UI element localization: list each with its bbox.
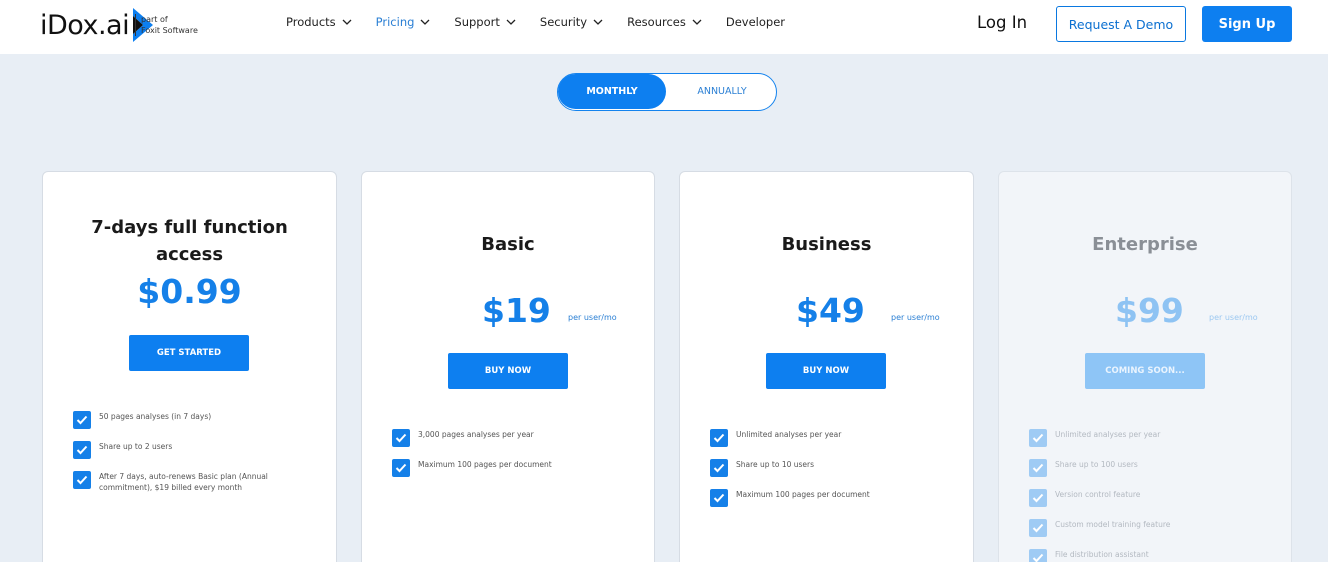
- feature-text: Share up to 100 users: [1055, 460, 1138, 469]
- feature-item: Share up to 2 users: [73, 441, 293, 459]
- nav-pricing-label: Pricing: [375, 15, 415, 29]
- checkbox-checked-icon: [73, 471, 91, 489]
- nav-resources[interactable]: Resources: [627, 15, 702, 29]
- nav-security[interactable]: Security: [540, 15, 603, 29]
- login-link[interactable]: Log In: [977, 13, 1027, 32]
- feature-text: File distribution assistant: [1055, 550, 1149, 559]
- checkbox-checked-icon: [710, 489, 728, 507]
- checkbox-checked-icon: [392, 459, 410, 477]
- feature-item: Custom model training feature: [1029, 519, 1259, 537]
- price-unit: per user/mo: [1209, 313, 1258, 322]
- plan-price: $19: [482, 291, 551, 330]
- feature-text: Maximum 100 pages per document: [418, 460, 552, 469]
- nav-support-label: Support: [454, 15, 500, 29]
- feature-text: Version control feature: [1055, 490, 1141, 499]
- feature-item: 50 pages analyses (in 7 days): [73, 411, 293, 429]
- chevron-down-icon: [420, 19, 430, 25]
- sign-up-button[interactable]: Sign Up: [1202, 6, 1292, 42]
- feature-item: After 7 days, auto-renews Basic plan (An…: [73, 471, 293, 493]
- checkbox-checked-icon: [710, 459, 728, 477]
- plan-title: Business: [781, 234, 872, 255]
- plan-title-line2: access: [155, 244, 224, 265]
- plan-card-basic: Basic $19 per user/mo BUY NOW 3,000 page…: [361, 171, 655, 562]
- plan-title: Basic: [481, 234, 535, 255]
- nav-resources-label: Resources: [627, 15, 686, 29]
- price-unit: per user/mo: [891, 313, 940, 322]
- nav-security-label: Security: [539, 15, 588, 29]
- plan-price: $0.99: [137, 272, 242, 311]
- feature-item: Share up to 100 users: [1029, 459, 1259, 477]
- checkbox-checked-icon: [1029, 519, 1047, 537]
- feature-item: File distribution assistant: [1029, 549, 1259, 562]
- logo-subtitle: part of Foxit Software: [135, 14, 198, 36]
- chevron-down-icon: [593, 19, 603, 25]
- plan-price: $49: [796, 291, 865, 330]
- plan-card-enterprise: Enterprise $99 per user/mo COMING SOON..…: [998, 171, 1292, 562]
- feature-item: Share up to 10 users: [710, 459, 940, 477]
- checkbox-checked-icon: [1029, 549, 1047, 562]
- nav-products-label: Products: [286, 15, 336, 29]
- plan-price: $99: [1115, 291, 1184, 330]
- checkbox-checked-icon: [1029, 429, 1047, 447]
- feature-text: 50 pages analyses (in 7 days): [99, 412, 212, 421]
- nav-support[interactable]: Support: [454, 15, 516, 29]
- logo-sub-line2: Foxit Software: [141, 26, 198, 35]
- toggle-annually[interactable]: ANNUALLY: [668, 74, 776, 109]
- feature-text: Unlimited analyses per year: [1055, 430, 1161, 439]
- site-header: iDox.ai part of Foxit Software Products …: [0, 0, 1328, 54]
- buy-now-button[interactable]: BUY NOW: [448, 353, 568, 389]
- checkbox-checked-icon: [73, 411, 91, 429]
- plan-card-business: Business $49 per user/mo BUY NOW Unlimit…: [679, 171, 974, 562]
- logo-wordmark: iDox.ai: [40, 9, 130, 41]
- plan-card-trial: 7-days full function access $0.99 GET ST…: [42, 171, 337, 562]
- plan-title: 7-days full function access: [43, 214, 336, 268]
- nav-pricing[interactable]: Pricing: [376, 15, 431, 29]
- plan-title-line1: 7-days full function: [91, 217, 288, 238]
- main-nav: Products Pricing Support Security Resour…: [286, 15, 809, 29]
- feature-text: Maximum 100 pages per document: [736, 490, 870, 499]
- get-started-button[interactable]: GET STARTED: [129, 335, 249, 371]
- coming-soon-button[interactable]: COMING SOON...: [1085, 353, 1205, 389]
- feature-item: Unlimited analyses per year: [1029, 429, 1259, 447]
- chevron-down-icon: [692, 19, 702, 25]
- logo-sub-line1: part of: [141, 15, 168, 24]
- nav-developer[interactable]: Developer: [726, 15, 785, 29]
- feature-item: Maximum 100 pages per document: [392, 459, 622, 477]
- checkbox-checked-icon: [1029, 459, 1047, 477]
- chevron-down-icon: [342, 19, 352, 25]
- feature-text: Share up to 10 users: [736, 460, 815, 469]
- plan-title: Enterprise: [1092, 234, 1198, 255]
- checkbox-checked-icon: [710, 429, 728, 447]
- nav-products[interactable]: Products: [286, 15, 352, 29]
- checkbox-checked-icon: [1029, 489, 1047, 507]
- chevron-down-icon: [506, 19, 516, 25]
- feature-text: Unlimited analyses per year: [736, 430, 842, 439]
- toggle-monthly[interactable]: MONTHLY: [558, 74, 666, 109]
- feature-item: Unlimited analyses per year: [710, 429, 940, 447]
- feature-item: 3,000 pages analyses per year: [392, 429, 622, 447]
- buy-now-button[interactable]: BUY NOW: [766, 353, 886, 389]
- price-unit: per user/mo: [568, 313, 617, 322]
- request-demo-button[interactable]: Request A Demo: [1056, 6, 1186, 42]
- billing-period-toggle: MONTHLY ANNUALLY: [557, 73, 777, 111]
- feature-text: 3,000 pages analyses per year: [418, 430, 534, 439]
- checkbox-checked-icon: [73, 441, 91, 459]
- feature-text: After 7 days, auto-renews Basic plan (An…: [99, 472, 268, 492]
- feature-text: Share up to 2 users: [99, 442, 173, 451]
- feature-item: Version control feature: [1029, 489, 1259, 507]
- feature-text: Custom model training feature: [1055, 520, 1171, 529]
- nav-developer-label: Developer: [725, 15, 786, 29]
- feature-item: Maximum 100 pages per document: [710, 489, 940, 507]
- checkbox-checked-icon: [392, 429, 410, 447]
